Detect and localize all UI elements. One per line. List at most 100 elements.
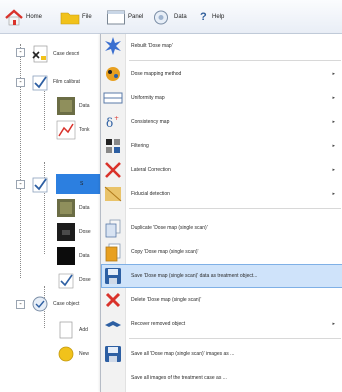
dose-check-icon — [58, 273, 74, 289]
tree-item-film-calibration[interactable]: Film calibrat — [30, 72, 80, 92]
rebuild-icon — [105, 37, 121, 55]
new-object-icon — [58, 346, 74, 362]
filtering-icon — [106, 139, 120, 153]
dark-image-icon — [57, 247, 75, 265]
menu-item-save-treatment-object[interactable]: Save 'Dose map (single scan)' data as tr… — [101, 264, 342, 288]
tree-item-label: Dose — [79, 277, 91, 283]
tree-item-case-object[interactable]: Case object — [30, 294, 79, 314]
tree-item-label: Data — [79, 253, 90, 259]
data-label: Data — [174, 14, 187, 20]
tree-item-label: Data — [79, 103, 90, 109]
menu-item-rebuild[interactable]: Rebuilt 'Dose map' — [101, 34, 342, 58]
menu-separator — [129, 208, 341, 209]
menu-item-consistency-map[interactable]: δ + Consistency map ▸ — [101, 110, 342, 134]
menu-item-copy[interactable]: Copy 'Dose map (single scan)' — [101, 240, 342, 264]
menu-item-save-all-treatment-case-images[interactable]: Save all images of the treatment case as… — [101, 366, 342, 390]
help-question-icon: ? — [200, 11, 207, 23]
folder-icon — [60, 12, 80, 24]
menu-separator — [129, 338, 341, 339]
menu-item-uniformity-map[interactable]: Uniformity map ▸ — [101, 86, 342, 110]
tree-item-label: Data — [79, 205, 90, 211]
file-button[interactable]: File — [60, 7, 92, 27]
tree-item-tonal-curve[interactable]: Tonk — [56, 120, 90, 140]
help-button[interactable]: ? Help — [200, 7, 224, 27]
delete-icon — [105, 292, 121, 308]
data-button[interactable]: Data — [152, 7, 187, 27]
menu-item-fiducial-detection[interactable]: Fiducial detection ▸ — [101, 182, 342, 206]
menu-item-label: Lateral Correction — [131, 167, 171, 173]
menu-item-label: Save all 'Dose map (single scan)' images… — [131, 351, 235, 357]
tree-item-label: S — [80, 181, 84, 187]
panel-icon — [107, 10, 125, 24]
menu-item-label: Dose mapping method — [131, 71, 182, 77]
duplicate-icon — [105, 219, 121, 238]
case-description-icon — [32, 45, 48, 63]
submenu-arrow-icon: ▸ — [332, 143, 335, 149]
menu-item-label: Save all images of the treatment case as… — [131, 375, 227, 381]
fiducial-detection-icon — [104, 186, 122, 202]
dose-mapping-icon — [106, 67, 120, 81]
home-button[interactable]: Home — [4, 7, 42, 27]
submenu-arrow-icon: ▸ — [332, 321, 335, 327]
menu-item-dose-mapping-method[interactable]: Dose mapping method ▸ — [101, 62, 342, 86]
save-icon — [105, 268, 121, 284]
tree-item-label: Film calibrat — [53, 79, 80, 85]
expander-case-object[interactable]: - — [16, 300, 25, 309]
panel-label: Panel — [128, 14, 144, 20]
expander-dose-map[interactable]: - — [16, 180, 25, 189]
expander-film-calibration[interactable]: - — [16, 78, 25, 87]
tree-item-label: Case descri — [53, 51, 80, 57]
tree-item-dose-data-1[interactable]: Data — [56, 198, 90, 218]
add-document-icon — [59, 321, 73, 339]
submenu-arrow-icon: ▸ — [332, 71, 335, 77]
film-scan-thumbnail-icon — [57, 199, 75, 217]
menu-item-delete[interactable]: Delete 'Dose map (single scan)' — [101, 288, 342, 312]
tree-item-calibration-data[interactable]: Data — [56, 96, 90, 116]
toolbar: Home File Panel Data ? Help — [0, 0, 342, 34]
tree-item-dose-2[interactable]: Dose — [56, 270, 91, 290]
case-object-icon — [32, 296, 48, 312]
save-all-icon — [105, 346, 121, 362]
expander-case-descri[interactable]: - — [16, 48, 25, 57]
recover-icon — [105, 321, 121, 327]
file-label: File — [82, 14, 92, 20]
menu-item-label: Rebuilt 'Dose map' — [131, 43, 173, 49]
help-label: Help — [212, 14, 225, 20]
submenu-arrow-icon: ▸ — [332, 167, 335, 173]
menu-item-duplicate[interactable]: Duplicate 'Dose map (single scan)' — [101, 216, 342, 240]
menu-item-label: Duplicate 'Dose map (single scan)' — [131, 225, 208, 231]
menu-item-label: Uniformity map — [131, 95, 165, 101]
svg-text:δ: δ — [106, 116, 113, 130]
tree-item-label: Dose — [79, 229, 91, 235]
context-menu: Rebuilt 'Dose map' Dose mapping method ▸… — [100, 34, 342, 392]
submenu-arrow-icon: ▸ — [332, 95, 335, 101]
tree-item-case-descri[interactable]: Case descri — [30, 44, 79, 64]
tree-item-dose-map-selected[interactable]: S — [30, 174, 83, 194]
submenu-arrow-icon: ▸ — [332, 191, 335, 197]
tree-item-dose-1[interactable]: Dose — [56, 222, 91, 242]
menu-item-filtering[interactable]: Filtering ▸ — [101, 134, 342, 158]
uniformity-map-icon — [103, 92, 123, 104]
menu-item-label: Recover removed object — [131, 321, 186, 327]
panel-button[interactable]: Panel — [106, 7, 143, 27]
menu-item-recover-removed-object[interactable]: Recover removed object ▸ — [101, 312, 342, 336]
menu-item-label: Save 'Dose map (single scan)' data as tr… — [131, 273, 258, 279]
menu-item-label: Delete 'Dose map (single scan)' — [131, 297, 202, 303]
menu-item-lateral-correction[interactable]: Lateral Correction ▸ — [101, 158, 342, 182]
home-icon — [5, 8, 23, 25]
menu-item-label: Fiducial detection — [131, 191, 170, 197]
consistency-map-icon: δ + — [106, 115, 119, 130]
menu-item-label: Consistency map — [131, 119, 170, 125]
film-scan-thumbnail-icon — [57, 97, 75, 115]
tree-item-new[interactable]: New — [56, 344, 89, 364]
tree-item-dose-data-2[interactable]: Data — [56, 246, 90, 266]
tree-item-add[interactable]: Add — [56, 320, 88, 340]
home-label: Home — [26, 14, 43, 20]
menu-item-label: Copy 'Dose map (single scan)' — [131, 249, 199, 255]
tree-item-label: Case object — [53, 301, 80, 307]
calibration-check-icon — [32, 75, 48, 91]
submenu-arrow-icon: ▸ — [332, 119, 335, 125]
menu-item-save-all-dose-map-images[interactable]: Save all 'Dose map (single scan)' images… — [101, 342, 342, 366]
data-icon — [154, 10, 168, 24]
copy-icon — [105, 243, 121, 262]
